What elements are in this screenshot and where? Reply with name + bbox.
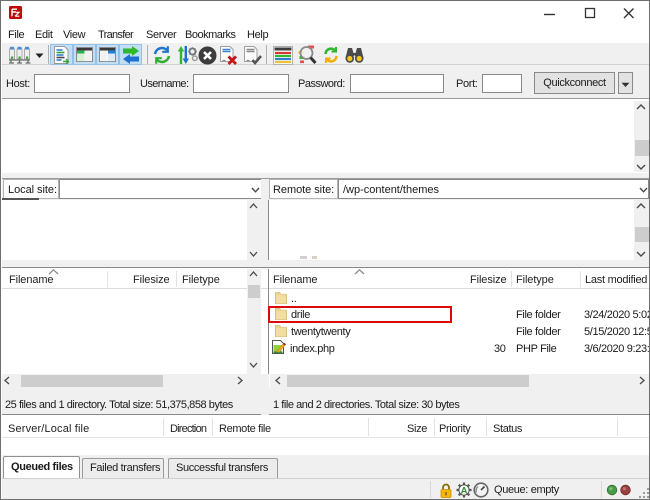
- svg-text:A: A: [461, 485, 468, 496]
